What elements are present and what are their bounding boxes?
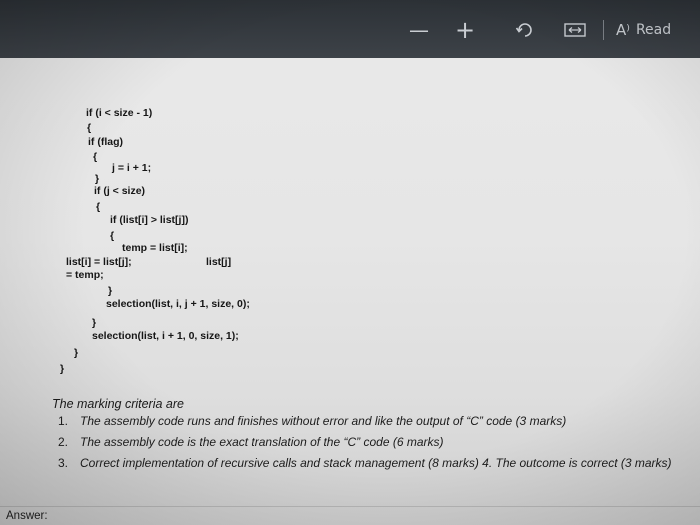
fit-page-button[interactable] <box>558 14 592 46</box>
fit-page-icon <box>564 23 586 37</box>
document-viewer: — + A⁾ Read if (i < size - 1) { if (flag… <box>0 0 700 525</box>
code-line: if (flag) <box>88 136 123 148</box>
rotate-button[interactable] <box>508 14 542 46</box>
code-line: = temp; <box>66 269 104 281</box>
list-text: The assembly code runs and finishes with… <box>80 414 567 428</box>
list-number: 3. <box>58 456 69 470</box>
list-number: 2. <box>58 435 69 449</box>
code-line: } <box>108 285 113 297</box>
marking-criteria-title: The marking criteria are <box>52 397 184 411</box>
code-line: } <box>60 363 65 375</box>
list-item: 2. The assembly code is the exact transl… <box>52 435 692 450</box>
code-line: temp = list[i]; <box>122 242 188 254</box>
list-text: The assembly code is the exact translati… <box>80 435 444 449</box>
list-number: 1. <box>58 414 69 428</box>
rotate-icon <box>515 23 532 37</box>
code-line: { <box>110 230 115 242</box>
answer-divider <box>0 506 700 507</box>
code-line: } <box>92 317 97 329</box>
read-aloud-label: Read <box>635 22 672 38</box>
code-line: if (list[i] > list[j]) <box>110 214 189 226</box>
code-line: selection(list, i + 1, 0, size, 1); <box>92 330 239 342</box>
code-line: { <box>93 151 98 163</box>
read-aloud-button[interactable]: A⁾ Read <box>616 14 700 46</box>
code-line: list[i] = list[j]; <box>66 256 132 268</box>
code-line: if (i < size - 1) <box>86 107 153 119</box>
code-line: list[j] <box>206 256 232 268</box>
toolbar-divider <box>603 20 604 40</box>
code-line: } <box>95 173 100 185</box>
zoom-out-button[interactable]: — <box>402 14 436 46</box>
read-aloud-icon: A⁾ <box>616 21 630 39</box>
minus-icon: — <box>409 18 429 42</box>
code-line: } <box>74 347 79 359</box>
marking-criteria-list: 1. The assembly code runs and finishes w… <box>52 414 692 477</box>
code-line: selection(list, i, j + 1, size, 0); <box>106 298 250 310</box>
list-text: Correct implementation of recursive call… <box>80 456 672 470</box>
code-line: if (j < size) <box>94 185 146 197</box>
viewer-toolbar: — + A⁾ Read <box>0 0 700 58</box>
code-line: j = i + 1; <box>112 162 152 174</box>
answer-label: Answer: <box>6 510 48 522</box>
code-line: { <box>87 122 92 134</box>
zoom-in-button[interactable]: + <box>448 14 482 46</box>
plus-icon: + <box>454 16 476 44</box>
code-line: { <box>96 201 101 213</box>
list-item: 1. The assembly code runs and finishes w… <box>52 414 692 429</box>
list-item: 3. Correct implementation of recursive c… <box>52 456 692 471</box>
